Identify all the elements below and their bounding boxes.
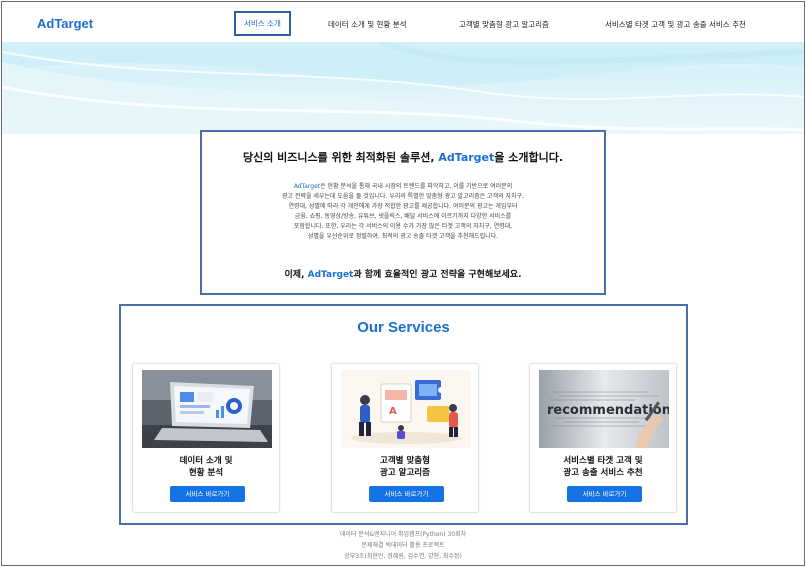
page-frame: AdTarget 서비스 소개 데이터 소개 및 현황 분석 고객별 맞춤형 광… [1,1,805,566]
svg-text:A: A [389,406,397,417]
services-heading: Our Services [357,319,450,336]
nav-link-target-recommendation[interactable]: 서비스별 타겟 고객 및 광고 송출 서비스 추천 [605,19,746,30]
services-section: Our Services 데이터 소개 및 현황 분석 서비스 바로가기 A 고… [119,304,688,525]
card-title-line: 서비스별 타겟 고객 및 [563,456,643,466]
intro-body-line: 금융, 쇼핑, 동영상/방송, 유튜브, 넷플릭스, 배달 서비스에 이르기까지… [294,213,512,220]
cta-prefix: 이제, [284,270,305,280]
intro-body-line: 포함합니다. 또한, 우리는 각 서비스의 이용 수가 가장 많은 타겟 고객의… [293,223,513,230]
service-link-button[interactable]: 서비스 바로가기 [369,486,444,502]
intro-section: 당신의 비즈니스를 위한 최적화된 솔루션, AdTarget을 소개합니다. … [200,130,606,295]
service-link-button[interactable]: 서비스 바로가기 [170,486,245,502]
footer-line: 문제해결 빅데이터 활용 프로젝트 [361,542,445,549]
service-card-data-analysis: 데이터 소개 및 현황 분석 서비스 바로가기 [132,363,280,513]
service-card-title: 고객별 맞춤형 광고 알고리즘 [332,455,478,479]
card-title-line: 광고 송출 서비스 추천 [563,468,643,478]
intro-description: AdTarget은 현황 분석을 통해 국내 시장의 트렌드를 파악하고, 이를… [222,182,584,242]
laptop-dashboard-image [142,370,272,448]
logo[interactable]: AdTarget [37,16,93,31]
service-card-title: 서비스별 타겟 고객 및 광고 송출 서비스 추천 [530,455,676,479]
intro-body-line: 연령대, 성별에 따라 각 개인에게 가장 적합한 광고를 제공합니다. 여러분… [288,203,518,210]
intro-title: 당신의 비즈니스를 위한 최적화된 솔루션, AdTarget을 소개합니다. [202,149,604,165]
service-card-target-recommendation: recommendation 서비스별 타겟 고객 및 광고 송출 서비스 추천… [529,363,677,513]
people-marketing-illustration: A [341,370,471,448]
intro-body-line: 은 현황 분석을 통해 국내 시장의 트렌드를 파악하고, 이를 기반으로 여러… [320,183,513,190]
intro-body-line: 성별을 우선순위로 정렬하여, 최적의 광고 송출 타겟 고객을 추천해드립니다… [307,233,499,240]
nav-link-ad-algorithm[interactable]: 고객별 맞춤형 광고 알고리즘 [459,19,549,30]
card-title-line: 데이터 소개 및 [179,456,233,466]
card-title-line: 광고 알고리즘 [380,468,430,478]
intro-title-brand: AdTarget [438,151,495,164]
intro-title-suffix: 을 소개합니다. [494,151,564,164]
recommendation-word-image: recommendation [539,370,669,448]
hero-banner [2,42,804,134]
footer: 데이터 분석&엔지니어 취업캠프(Python) 30회차 문제해결 빅데이터 … [2,529,804,562]
card-title-line: 고객별 맞춤형 [380,456,430,466]
cta-suffix: 과 함께 효율적인 광고 전략을 구현해보세요. [353,270,522,280]
card-title-line: 현황 분석 [188,468,224,478]
service-card-title: 데이터 소개 및 현황 분석 [133,455,279,479]
cta-brand: AdTarget [307,270,354,280]
intro-body-line: 광고 전략을 세우는데 도움을 줄 것입니다. 우리의 특별한 맞춤형 광고 알… [282,193,524,200]
top-nav: AdTarget 서비스 소개 데이터 소개 및 현황 분석 고객별 맞춤형 광… [2,2,804,42]
intro-body-brand: AdTarget [293,183,321,190]
hero-wave-graphic [2,42,804,134]
intro-title-text: 당신의 비즈니스를 위한 최적화된 솔루션, [242,151,435,164]
service-card-ad-algorithm: A 고객별 맞춤형 광고 알고리즘 서비스 바로가기 [331,363,479,513]
nav-link-service-intro[interactable]: 서비스 소개 [234,11,291,36]
footer-line: 상부3조(최현민, 정혜원, 김수연, 강현, 최수정) [344,553,462,560]
footer-line: 데이터 분석&엔지니어 취업캠프(Python) 30회차 [339,531,467,538]
service-link-button[interactable]: 서비스 바로가기 [567,486,642,502]
intro-call-to-action: 이제, AdTarget과 함께 효율적인 광고 전략을 구현해보세요. [202,267,604,280]
nav-link-data-analysis[interactable]: 데이터 소개 및 현황 분석 [328,19,407,30]
